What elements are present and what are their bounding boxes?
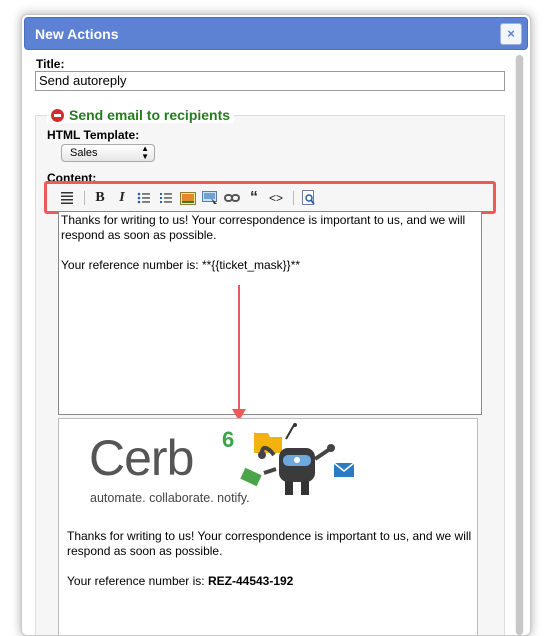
scroll-thumb[interactable]	[516, 55, 523, 635]
preview-reference-line: Your reference number is: REZ-44543-192	[67, 574, 472, 589]
editor-line-1: Thanks for writing to us! Your correspon…	[61, 213, 466, 242]
title-label: Title:	[36, 57, 65, 71]
reference-number: REZ-44543-192	[207, 574, 294, 588]
cerb-logo: Cerb 6 automate. collaborate. notify.	[74, 423, 355, 519]
cerb-robot-icon	[240, 423, 355, 495]
new-actions-dialog: New Actions × Title: Send autoreply Send…	[21, 14, 531, 636]
editor-line-2: Your reference number is: **{{ticket_mas…	[61, 258, 301, 272]
reference-prefix: Your reference number is:	[67, 574, 208, 588]
logo-superscript: 6	[222, 427, 235, 452]
logo-tagline: automate. collaborate. notify.	[90, 491, 250, 505]
annotation-arrow	[238, 285, 240, 415]
title-input[interactable]: Send autoreply	[35, 71, 505, 91]
select-arrows-icon: ▲ ▼	[141, 144, 149, 161]
preview-paragraph-1: Thanks for writing to us! Your correspon…	[67, 529, 472, 558]
html-template-selected-value: Sales	[70, 147, 98, 159]
close-button[interactable]: ×	[500, 23, 522, 45]
html-preview: Cerb 6 automate. collaborate. notify. Th…	[58, 418, 478, 635]
dialog-title: New Actions	[35, 26, 119, 42]
section-legend-text: Send email to recipients	[69, 107, 231, 123]
html-template-select[interactable]: Sales ▲ ▼	[61, 144, 155, 162]
html-template-label: HTML Template:	[47, 128, 140, 142]
toolbar-highlight-annotation	[44, 181, 496, 214]
section-legend[interactable]: Send email to recipients	[47, 107, 235, 123]
collapse-minus-icon[interactable]	[51, 108, 64, 122]
content-editor[interactable]: Thanks for writing to us! Your correspon…	[58, 211, 482, 415]
logo-word: Cerb	[89, 430, 194, 486]
dialog-titlebar[interactable]: New Actions ×	[24, 17, 528, 50]
scrollbar[interactable]	[515, 55, 524, 635]
preview-body: Thanks for writing to us! Your correspon…	[67, 529, 472, 589]
